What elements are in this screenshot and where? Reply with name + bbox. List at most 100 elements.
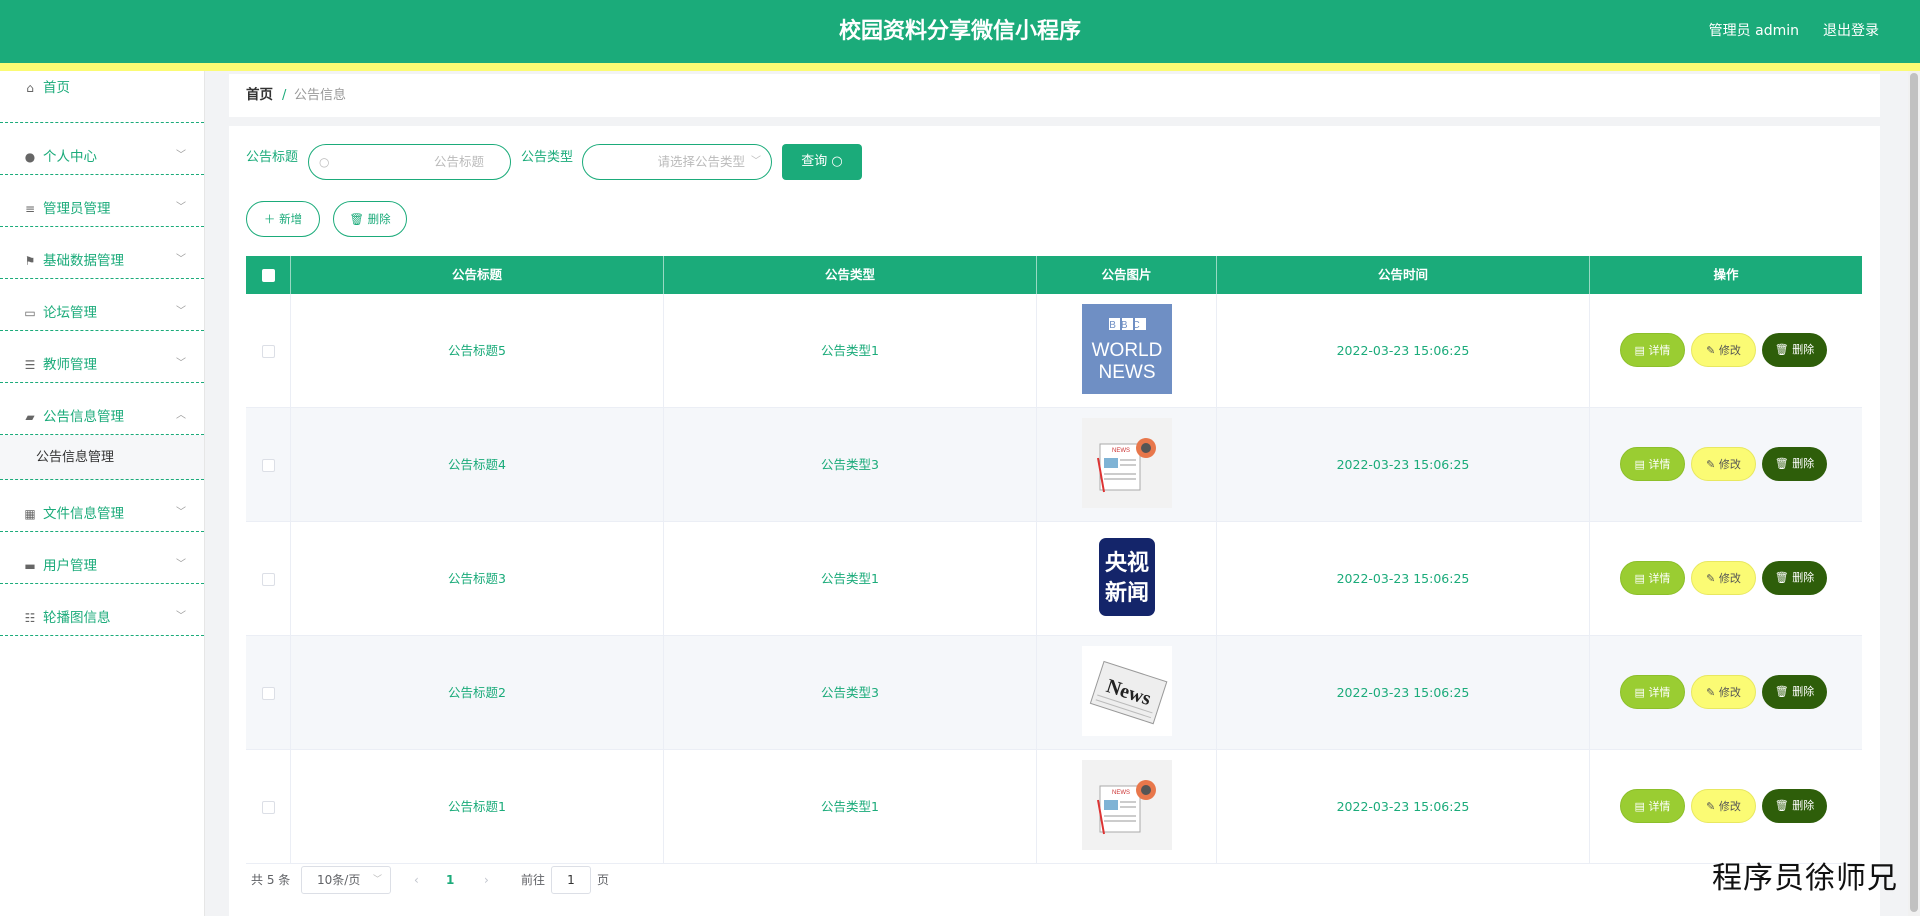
document-icon: ▤	[1634, 458, 1649, 471]
cell-image: News	[1037, 636, 1217, 750]
detail-button[interactable]: ▤ 详情	[1620, 447, 1685, 481]
cell-time: 2022-03-23 15:06:25	[1217, 750, 1590, 864]
cell-time: 2022-03-23 15:06:25	[1217, 294, 1590, 408]
breadcrumb-home[interactable]: 首页	[246, 74, 273, 117]
row-checkbox[interactable]	[261, 345, 275, 358]
row-checkbox[interactable]	[261, 573, 275, 586]
type-select[interactable]: 请选择公告类型 ﹀	[582, 144, 772, 180]
sidebar-item-3[interactable]: ⚑ 基础数据管理 ﹀	[0, 227, 204, 279]
sidebar-item-label: 教师管理	[43, 357, 97, 373]
forum-icon: ▭	[24, 306, 36, 320]
app-title: 校园资料分享微信小程序	[838, 19, 1081, 44]
cell-image: 央视 新闻	[1037, 522, 1217, 636]
sidebar-item-1[interactable]: ● 个人中心 ﹀	[0, 123, 204, 175]
sidebar-item-label: 基础数据管理	[43, 253, 124, 269]
row-checkbox[interactable]	[261, 687, 275, 700]
edit-button[interactable]: ✎ 修改	[1691, 561, 1756, 595]
total-count: 共 5 条	[251, 873, 291, 887]
add-button[interactable]: ＋ 新增	[246, 201, 320, 237]
edit-button[interactable]: ✎ 修改	[1691, 447, 1756, 481]
title-search-input[interactable]: ○ 公告标题	[308, 144, 511, 180]
table-row: 公告标题4 公告类型3 NEWS 2022-03-23 15:06:25 ▤ 详情 ✎ 修…	[246, 408, 1862, 522]
select-all-checkbox[interactable]	[261, 269, 275, 282]
edit-button[interactable]: ✎ 修改	[1691, 789, 1756, 823]
svg-text:WORLD: WORLD	[1092, 340, 1163, 361]
row-select-cell	[246, 522, 291, 636]
detail-button-label: 详情	[1648, 458, 1671, 471]
admin-user-label: 管理员 admin	[1708, 23, 1799, 39]
sidebar-subitem-label: 公告信息管理	[36, 450, 115, 465]
logout-link[interactable]: 退出登录	[1823, 0, 1879, 63]
delete-button[interactable]: 🗑 删除	[1762, 789, 1827, 823]
sliders-icon: ☷	[24, 611, 36, 625]
grid-icon: ▦	[24, 507, 36, 521]
svg-text:BBC: BBC	[1109, 320, 1145, 331]
edit-button-label: 修改	[1718, 686, 1741, 699]
goto-page-input[interactable]: 1	[551, 866, 591, 894]
flag-icon: ⚑	[24, 254, 36, 268]
sidebar-subitem-notice[interactable]: 公告信息管理	[0, 435, 204, 480]
sidebar-item-9[interactable]: ☷ 轮播图信息 ﹀	[0, 584, 204, 636]
svg-text:NEWS: NEWS	[1112, 448, 1130, 454]
pencil-icon: ✎	[1706, 344, 1719, 357]
query-button[interactable]: 查询 ○	[782, 144, 862, 180]
cell-time: 2022-03-23 15:06:25	[1217, 408, 1590, 522]
detail-button-label: 详情	[1648, 800, 1671, 813]
sidebar-item-4[interactable]: ▭ 论坛管理 ﹀	[0, 279, 204, 331]
sidebar-item-7[interactable]: ▦ 文件信息管理 ﹀	[0, 480, 204, 532]
chevron-down-icon: ﹀	[176, 559, 186, 570]
page-number[interactable]: 1	[446, 866, 454, 894]
chevron-down-icon: ﹀	[176, 202, 186, 213]
cell-title: 公告标题3	[291, 522, 664, 636]
cell-type: 公告类型1	[664, 750, 1037, 864]
delete-button[interactable]: 🗑 删除	[1762, 333, 1827, 367]
delete-button[interactable]: 🗑 删除	[1762, 447, 1827, 481]
sidebar-item-6[interactable]: ▰ 公告信息管理 ︿	[0, 383, 204, 435]
sidebar-item-5[interactable]: ☰ 教师管理 ﹀	[0, 331, 204, 383]
notice-image-thumbnail[interactable]: News	[1082, 646, 1172, 736]
detail-button[interactable]: ▤ 详情	[1620, 561, 1685, 595]
chevron-down-icon: ﹀	[176, 358, 186, 369]
delete-button-label: 删除	[1792, 685, 1815, 698]
table-body: 公告标题5 公告类型1 BBC WORLD NEWS 2022-03-23 15:06:2…	[246, 294, 1862, 864]
edit-button[interactable]: ✎ 修改	[1691, 675, 1756, 709]
detail-button[interactable]: ▤ 详情	[1620, 675, 1685, 709]
notice-image-thumbnail[interactable]: BBC WORLD NEWS	[1082, 304, 1172, 394]
detail-button[interactable]: ▤ 详情	[1620, 789, 1685, 823]
list-icon: ≡	[24, 202, 36, 216]
page-size-select[interactable]: 10条/页 ﹀	[301, 866, 391, 894]
batch-delete-button[interactable]: 🗑 删除	[333, 201, 407, 237]
cell-title: 公告标题5	[291, 294, 664, 408]
row-checkbox[interactable]	[261, 459, 275, 472]
pencil-icon: ✎	[1706, 572, 1719, 585]
document-icon: ▤	[1634, 686, 1649, 699]
sidebar-item-0[interactable]: ⌂ 首页	[0, 71, 204, 123]
notice-image-thumbnail[interactable]: NEWS	[1082, 418, 1172, 508]
col-header-image: 公告图片	[1037, 256, 1217, 294]
prev-page-icon[interactable]: ‹	[414, 866, 419, 894]
sidebar-item-label: 轮播图信息	[43, 610, 111, 626]
col-header-actions: 操作	[1713, 267, 1739, 282]
delete-button[interactable]: 🗑 删除	[1762, 561, 1827, 595]
chevron-up-icon: ︿	[176, 410, 186, 421]
delete-button[interactable]: 🗑 删除	[1762, 675, 1827, 709]
edit-button[interactable]: ✎ 修改	[1691, 333, 1756, 367]
watermark: 程序员徐师兄	[1712, 861, 1898, 896]
notice-image-thumbnail[interactable]: 央视 新闻	[1082, 532, 1172, 622]
cell-image: NEWS	[1037, 408, 1217, 522]
edit-button-label: 修改	[1718, 800, 1741, 813]
table-header: 公告标题 公告类型 公告图片 公告时间 操作	[246, 256, 1862, 294]
scrollbar-thumb[interactable]	[1910, 73, 1918, 912]
row-select-cell	[246, 636, 291, 750]
header-accent-strip	[0, 63, 1920, 71]
row-checkbox[interactable]	[261, 801, 275, 814]
col-header-title: 公告标题	[291, 256, 664, 294]
sidebar-item-2[interactable]: ≡ 管理员管理 ﹀	[0, 175, 204, 227]
cell-image: NEWS	[1037, 750, 1217, 864]
row-select-cell	[246, 294, 291, 408]
notice-image-thumbnail[interactable]: NEWS	[1082, 760, 1172, 850]
pencil-icon: ✎	[1706, 800, 1719, 813]
sidebar-item-8[interactable]: ▬ 用户管理 ﹀	[0, 532, 204, 584]
detail-button[interactable]: ▤ 详情	[1620, 333, 1685, 367]
next-page-icon[interactable]: ›	[484, 866, 489, 894]
